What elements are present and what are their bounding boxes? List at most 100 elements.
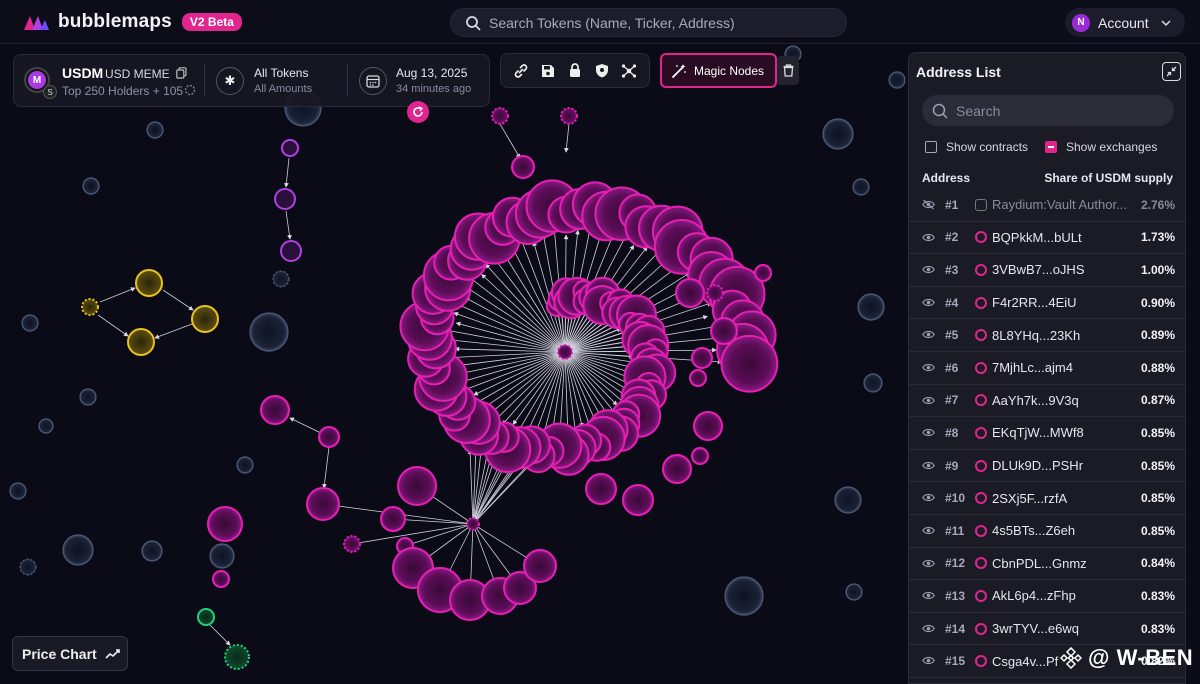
delete-button[interactable] [777, 56, 799, 85]
address-row[interactable]: #13 AkL6p4...zFhp 0.83% [909, 580, 1185, 613]
pink-bubble[interactable] [397, 466, 437, 506]
row-address[interactable]: 4s5BTs...Z6eh [992, 523, 1075, 538]
eye-icon[interactable] [922, 264, 935, 275]
blue-bubble[interactable] [863, 373, 883, 393]
eye-icon[interactable] [922, 623, 935, 634]
blue-bubble[interactable] [9, 482, 27, 500]
eye-icon[interactable] [922, 362, 935, 373]
eye-icon[interactable] [922, 655, 935, 666]
blue-bubble[interactable] [141, 540, 163, 562]
pink-bubble[interactable] [693, 411, 723, 441]
eye-icon[interactable] [922, 558, 935, 569]
row-address[interactable]: F4r2RR...4EiU [992, 295, 1077, 310]
eye-icon[interactable] [922, 590, 935, 601]
blue-bubble[interactable] [146, 121, 164, 139]
row-address[interactable]: Csga4v...Pf [992, 654, 1058, 669]
pink-bubble[interactable] [691, 347, 713, 369]
pink-bubble[interactable] [212, 570, 230, 588]
pink-bubble[interactable] [689, 369, 707, 387]
pink-bubble[interactable] [318, 426, 340, 448]
address-row[interactable]: #9 DLUk9D...PSHr 0.85% [909, 450, 1185, 483]
pink-bubble[interactable] [710, 317, 738, 345]
account-button[interactable]: N Account [1065, 8, 1185, 37]
eye-icon[interactable] [922, 427, 935, 438]
address-row[interactable]: #3 3VBwB7...oJHS 1.00% [909, 254, 1185, 287]
blue-bubble[interactable] [236, 456, 254, 474]
row-address[interactable]: DLUk9D...PSHr [992, 458, 1083, 473]
price-chart-button[interactable]: Price Chart [12, 636, 128, 671]
pink-bubble[interactable] [560, 107, 578, 125]
purple-bubble[interactable] [274, 188, 296, 210]
pink-bubble[interactable] [491, 107, 509, 125]
address-row[interactable]: #5 8L8YHq...23Kh 0.89% [909, 319, 1185, 352]
blue-bubble[interactable] [888, 71, 906, 89]
yellow-bubble[interactable] [135, 269, 163, 297]
share-column-header[interactable]: Share of USDM supply [1044, 171, 1173, 185]
address-row[interactable]: #14 3wrTYV...e6wq 0.83% [909, 613, 1185, 646]
pink-bubble[interactable] [260, 395, 290, 425]
address-row[interactable]: #10 2SXj5F...rzfA 0.85% [909, 482, 1185, 515]
address-row[interactable]: #6 7MjhLc...ajm4 0.88% [909, 352, 1185, 385]
magic-nodes-button[interactable]: Magic Nodes [660, 53, 777, 88]
shield-icon[interactable] [592, 61, 612, 81]
holders-summary[interactable]: Top 250 Holders + 105 [62, 84, 183, 98]
purple-bubble[interactable] [281, 139, 299, 157]
address-row[interactable]: #12 CbnPDL...Gnmz 0.84% [909, 548, 1185, 581]
yellow-bubble[interactable] [81, 298, 99, 316]
address-row[interactable]: #1 Raydium:Vault Author... 2.76% [909, 189, 1185, 222]
eye-icon[interactable] [922, 492, 935, 503]
address-row[interactable]: #7 AaYh7k...9V3q 0.87% [909, 385, 1185, 418]
blue-bubble[interactable] [21, 314, 39, 332]
eye-icon[interactable] [922, 395, 935, 406]
brand-logo[interactable]: bubblemaps V2 Beta [22, 10, 242, 34]
pink-bubble[interactable] [511, 155, 535, 179]
address-row[interactable]: #11 4s5BTs...Z6eh 0.85% [909, 515, 1185, 548]
checkbox-unchecked[interactable] [925, 141, 937, 153]
token-search-input[interactable]: Search Tokens (Name, Ticker, Address) [450, 8, 847, 37]
row-address[interactable]: AkL6p4...zFhp [992, 588, 1076, 603]
blue-bubble[interactable] [822, 118, 854, 150]
address-row[interactable]: #8 EKqTjW...MWf8 0.85% [909, 417, 1185, 450]
pink-bubble[interactable] [691, 447, 709, 465]
asterisk-icon[interactable]: ✱ [216, 67, 244, 95]
row-address[interactable]: CbnPDL...Gnmz [992, 556, 1087, 571]
pink-bubble[interactable] [585, 473, 617, 505]
collapse-panel-button[interactable] [1162, 62, 1181, 81]
pink-bubble[interactable] [207, 506, 243, 542]
purple-bubble[interactable] [280, 240, 302, 262]
yellow-bubble[interactable] [191, 305, 219, 333]
copy-icon[interactable] [176, 67, 187, 79]
snapshot-date[interactable]: Aug 13, 2025 [396, 66, 467, 80]
show-contracts-checkbox[interactable]: Show contracts [925, 140, 1028, 154]
blue-bubble[interactable] [857, 293, 885, 321]
lock-icon[interactable] [565, 61, 585, 81]
blue-bubble[interactable] [272, 270, 290, 288]
blue-bubble[interactable] [82, 177, 100, 195]
eye-icon[interactable] [922, 460, 935, 471]
show-exchanges-checkbox[interactable]: Show exchanges [1045, 140, 1157, 154]
network-icon[interactable] [619, 61, 639, 81]
green-bubble[interactable] [224, 644, 250, 670]
blue-bubble[interactable] [249, 312, 289, 352]
pink-bubble[interactable] [706, 284, 724, 302]
pink-bubble[interactable] [306, 487, 340, 521]
save-icon[interactable] [538, 61, 558, 81]
row-address[interactable]: 2SXj5F...rzfA [992, 491, 1067, 506]
link-icon[interactable] [511, 61, 531, 81]
pink-bubble[interactable] [380, 506, 406, 532]
pink-bubble[interactable] [754, 264, 772, 282]
blue-bubble[interactable] [724, 576, 764, 616]
calendar-icon[interactable] [359, 67, 387, 95]
eye-icon[interactable] [922, 297, 935, 308]
row-address[interactable]: BQPkkM...bULt [992, 230, 1082, 245]
address-row[interactable]: #2 BQPkkM...bULt 1.73% [909, 222, 1185, 255]
pink-bubble[interactable] [720, 334, 779, 393]
blue-bubble[interactable] [79, 388, 97, 406]
pink-bubble[interactable] [343, 535, 361, 553]
row-address[interactable]: EKqTjW...MWf8 [992, 425, 1084, 440]
yellow-bubble[interactable] [127, 328, 155, 356]
tokens-filter[interactable]: All Tokens [254, 66, 308, 80]
address-search-input[interactable]: Search [922, 95, 1174, 126]
amounts-filter[interactable]: All Amounts [254, 83, 312, 95]
blue-bubble[interactable] [209, 543, 235, 569]
